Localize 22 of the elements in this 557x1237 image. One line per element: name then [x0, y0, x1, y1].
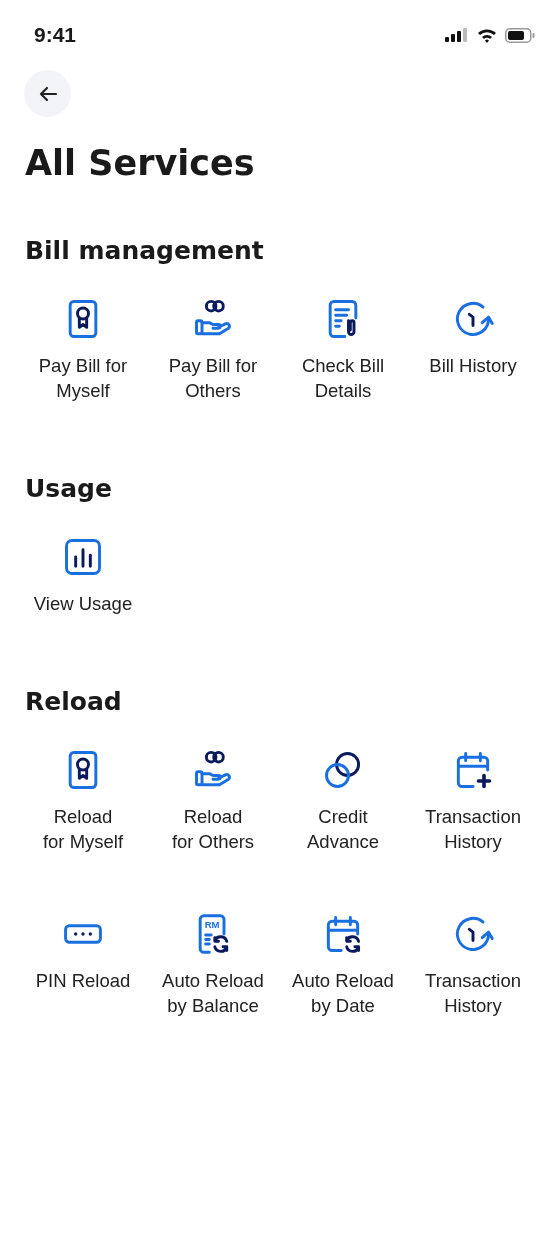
back-button[interactable]	[24, 70, 71, 117]
service-label[interactable]: Pay Bill for Others	[150, 353, 276, 403]
service-label[interactable]: PIN Reload	[20, 968, 146, 993]
wifi-icon	[477, 27, 497, 43]
service-label[interactable]: Reload for Myself	[20, 804, 146, 854]
service-label[interactable]: Credit Advance	[280, 804, 406, 854]
section-heading: Bill management	[25, 235, 265, 267]
signal-icon	[445, 28, 469, 42]
service-label[interactable]: Auto Reload by Date	[280, 968, 406, 1018]
service-label[interactable]: Auto Reload by Balance	[150, 968, 276, 1018]
service-label[interactable]: Reload for Others	[150, 804, 276, 854]
service-label[interactable]: View Usage	[20, 591, 146, 616]
page-title: All Services	[25, 143, 256, 183]
service-label[interactable]: Pay Bill for Myself	[20, 353, 146, 403]
status-time: 9:41	[34, 23, 77, 47]
battery-icon	[505, 27, 535, 43]
section-heading: Usage	[25, 473, 113, 505]
service-label[interactable]: Transaction History	[410, 804, 536, 854]
service-label[interactable]: Transaction History	[410, 968, 536, 1018]
section-heading: Reload	[25, 686, 123, 718]
service-label[interactable]: Bill History	[410, 353, 536, 378]
service-label[interactable]: Check Bill Details	[280, 353, 406, 403]
